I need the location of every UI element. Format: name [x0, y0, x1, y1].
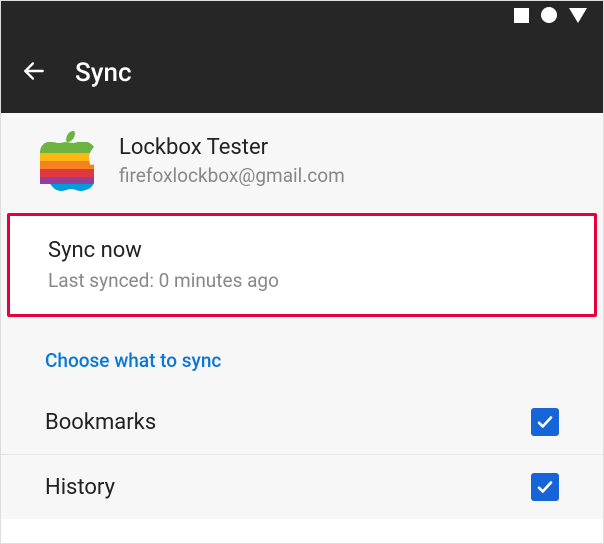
- checkmark-icon: [536, 478, 554, 496]
- account-text: Lockbox Tester firefoxlockbox@gmail.com: [119, 135, 345, 187]
- sync-now-row[interactable]: Sync now Last synced: 0 minutes ago: [7, 213, 597, 317]
- status-triangle-icon: [569, 8, 587, 27]
- status-circle-icon: [541, 7, 557, 27]
- avatar: [37, 131, 97, 191]
- app-bar: Sync: [1, 33, 603, 113]
- choose-section-label: Choose what to sync: [1, 325, 603, 390]
- sync-now-label: Sync now: [48, 238, 556, 263]
- checkbox-history[interactable]: [531, 473, 559, 501]
- back-icon[interactable]: [21, 58, 47, 88]
- checkmark-icon: [536, 413, 554, 431]
- sync-item-label: Bookmarks: [45, 410, 156, 435]
- checkbox-bookmarks[interactable]: [531, 408, 559, 436]
- sync-item-bookmarks[interactable]: Bookmarks: [1, 390, 603, 455]
- status-bar: [1, 1, 603, 33]
- sync-item-history[interactable]: History: [1, 455, 603, 519]
- account-name: Lockbox Tester: [119, 135, 345, 160]
- account-row[interactable]: Lockbox Tester firefoxlockbox@gmail.com: [1, 113, 603, 209]
- content-area: Lockbox Tester firefoxlockbox@gmail.com …: [1, 113, 603, 519]
- status-square-icon: [514, 8, 529, 27]
- page-title: Sync: [75, 58, 132, 88]
- apple-rainbow-icon: [40, 131, 94, 191]
- sync-item-label: History: [45, 475, 115, 500]
- sync-last-synced: Last synced: 0 minutes ago: [48, 269, 556, 292]
- account-email: firefoxlockbox@gmail.com: [119, 164, 345, 187]
